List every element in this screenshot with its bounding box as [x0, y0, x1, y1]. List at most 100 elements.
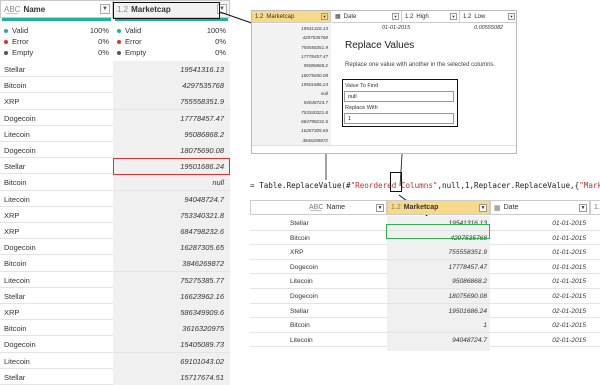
- table-row: XRP 755558351.9 01-01-2015: [250, 245, 600, 260]
- window-marketcap-value: 94048724.7: [303, 100, 328, 106]
- table-row: Bitcoin 1 02-01-2015: [250, 318, 600, 333]
- column-header-label: Marketcap: [403, 204, 439, 211]
- column-type-icon: 1.2: [405, 13, 414, 20]
- result-column-header[interactable]: 1.2 Marketcap ▼: [387, 200, 490, 215]
- dialog-title: Replace Values: [345, 40, 415, 51]
- column-header-label: Date: [503, 204, 519, 211]
- date-cell[interactable]: 01-01-2015: [500, 249, 586, 256]
- name-cell[interactable]: Dogecoin: [290, 264, 318, 271]
- window-column-header[interactable]: 1.2 High ▼: [402, 11, 460, 23]
- table-row: Stellar 15717674.51: [0, 368, 230, 385]
- formula-prefix: = Table.ReplaceValue(#: [250, 181, 351, 190]
- value-to-find-input[interactable]: null: [344, 91, 454, 102]
- marketcap-cell[interactable]: 94048724.7: [390, 337, 487, 344]
- marketcap-cell[interactable]: 15717674.51: [180, 373, 224, 382]
- table-row: Litecoin 69101043.02: [0, 352, 230, 369]
- column-type-icon: A͟B͟C: [309, 204, 324, 211]
- table-row: Stellar 19501686.24 02-01-2015: [250, 303, 600, 319]
- column-type-icon: ▦: [335, 14, 341, 20]
- window-marketcap-value: 19501686.24: [301, 81, 328, 87]
- chevron-down-icon[interactable]: ▼: [479, 204, 487, 212]
- date-cell[interactable]: 02-01-2015: [500, 337, 586, 344]
- marketcap-cell[interactable]: 19501686.24: [390, 308, 487, 315]
- window-marketcap-value: 19541316.13: [301, 26, 328, 31]
- column-type-icon: 1.2: [391, 204, 401, 211]
- result-data-table: A͟B͟CName▼1.2Marketcap▼▦Date▼1.2H Stella…: [250, 200, 600, 351]
- window-marketcap-value: 95086868.2: [303, 63, 328, 69]
- column-header-label: High: [416, 13, 429, 20]
- name-cell[interactable]: Stellar: [290, 308, 309, 315]
- date-cell[interactable]: 02-01-2015: [500, 293, 586, 300]
- column-header-label: Low: [474, 13, 486, 20]
- table-row: Dogecoin 18075690.08 02-01-2015: [250, 289, 600, 304]
- replace-with-label: Replace With: [345, 105, 378, 111]
- window-marketcap-value: 4297535768: [302, 35, 328, 41]
- window-marketcap-value: 755558351.9: [301, 44, 328, 50]
- date-cell[interactable]: 01-01-2015: [500, 220, 586, 227]
- marketcap-cell[interactable]: 1: [390, 322, 487, 329]
- chevron-down-icon[interactable]: ▼: [321, 13, 328, 20]
- chevron-down-icon[interactable]: ▼: [579, 204, 587, 212]
- date-cell[interactable]: 02-01-2015: [500, 322, 586, 329]
- name-cell[interactable]: Bitcoin: [290, 235, 310, 242]
- result-column-header[interactable]: 1.2H: [590, 200, 600, 215]
- chevron-down-icon[interactable]: ▼: [392, 13, 399, 20]
- window-marketcap-value: 17778457.47: [301, 53, 328, 59]
- table-row: Dogecoin 17778457.47 01-01-2015: [250, 259, 600, 275]
- column-header-label: Date: [343, 13, 357, 20]
- table-row: XRP753340321.802-01-2015: [250, 347, 600, 351]
- window-date-cell: 01-01-2015: [382, 25, 411, 31]
- name-cell[interactable]: Litecoin: [290, 337, 313, 344]
- window-column-header[interactable]: 1.2 Marketcap ▼: [252, 11, 331, 23]
- date-cell[interactable]: 02-01-2015: [500, 308, 586, 315]
- result-column-header[interactable]: ▦ Date ▼: [490, 200, 590, 215]
- column-type-icon: ▦: [494, 204, 501, 212]
- replaced-cell-highlight: [386, 224, 490, 239]
- window-column-header[interactable]: 1.2 Low ▼: [460, 11, 516, 23]
- chevron-down-icon[interactable]: ▼: [450, 13, 457, 20]
- column-header-label: Marketcap: [266, 13, 295, 20]
- formula-string-column: "Marketcap": [579, 181, 600, 190]
- chevron-down-icon[interactable]: ▼: [508, 13, 515, 20]
- replace-values-dialog: Replace Values Replace one value with an…: [331, 34, 516, 153]
- marketcap-cell[interactable]: 69101043.02: [180, 357, 224, 366]
- formula-highlight-box: [390, 172, 402, 192]
- name-cell[interactable]: Litecoin: [290, 278, 313, 285]
- formula-args: ,null,1,Replacer.ReplaceValue,{: [437, 181, 580, 190]
- table-row: Litecoin 94048724.7 02-01-2015: [250, 332, 600, 348]
- marketcap-cell[interactable]: 18075690.08: [390, 293, 487, 300]
- name-cell[interactable]: Bitcoin: [290, 322, 310, 329]
- window-marketcap-column: 19541316.13 4297535768 755558351.9 17778457…: [252, 24, 331, 153]
- value-to-find-label: Value To Find: [345, 83, 379, 89]
- date-cell[interactable]: 01-01-2015: [500, 278, 586, 285]
- marketcap-cell[interactable]: 17778457.47: [390, 264, 487, 271]
- chevron-down-icon[interactable]: ▼: [376, 204, 384, 212]
- table-row: Litecoin 95086868.2 01-01-2015: [250, 274, 600, 289]
- result-column-header[interactable]: A͟B͟C Name ▼: [250, 200, 387, 215]
- window-marketcap-value: 16287305.65: [301, 128, 328, 134]
- column-header-label: Name: [326, 204, 346, 211]
- column-type-icon: 1.2: [255, 13, 264, 20]
- name-cell[interactable]: Dogecoin: [290, 293, 318, 300]
- window-column-header[interactable]: ▦ Date ▼: [332, 11, 402, 23]
- window-marketcap-value: 753340321.8: [301, 109, 328, 115]
- column-type-icon: 1.2: [594, 204, 600, 211]
- window-low-cell: 0.00555082: [474, 25, 504, 31]
- formula-bar[interactable]: = Table.ReplaceValue(#"Reordered Columns…: [250, 181, 600, 195]
- replace-with-input[interactable]: 1: [344, 113, 454, 124]
- window-marketcap-value: null: [320, 91, 328, 97]
- marketcap-cell[interactable]: 95086868.2: [390, 278, 487, 285]
- window-marketcap-value: 684798232.6: [301, 119, 328, 124]
- window-bottom-strip: [252, 145, 516, 153]
- column-type-icon: 1.2: [463, 13, 472, 20]
- date-cell[interactable]: 01-01-2015: [500, 235, 586, 242]
- window-marketcap-value: 18075690.08: [301, 72, 328, 78]
- date-cell[interactable]: 01-01-2015: [500, 264, 586, 271]
- name-cell[interactable]: Stellar: [4, 373, 25, 382]
- power-query-window: 1.2 Marketcap ▼ ▦ Date ▼ 1.2 High ▼ 1.2 Low ▼ 19541…: [251, 10, 517, 154]
- dialog-description: Replace one value with another in the se…: [345, 62, 496, 68]
- marketcap-cell[interactable]: 755558351.9: [390, 249, 487, 256]
- name-cell[interactable]: Litecoin: [4, 357, 30, 366]
- name-cell[interactable]: Stellar: [290, 220, 309, 227]
- name-cell[interactable]: XRP: [290, 249, 304, 256]
